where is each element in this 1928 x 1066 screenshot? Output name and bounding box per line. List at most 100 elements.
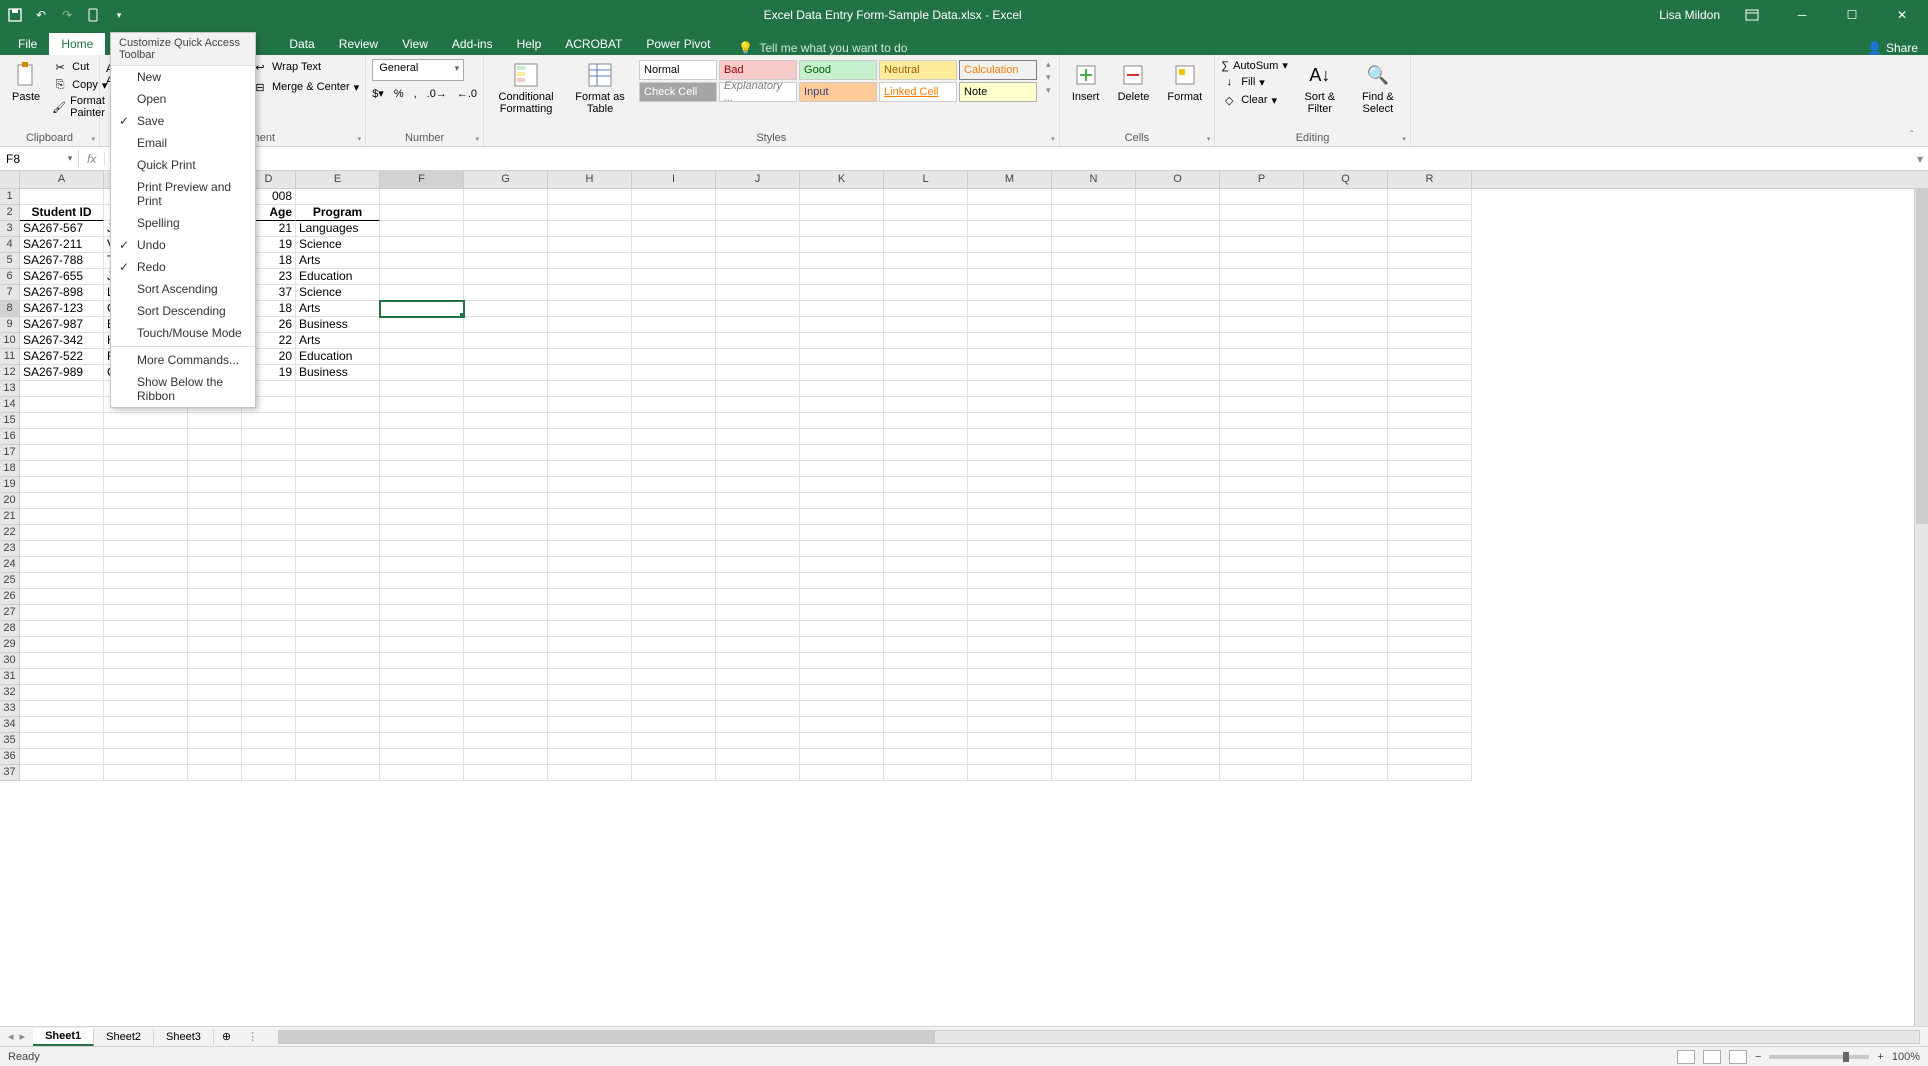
row-header-27[interactable]: 27 bbox=[0, 605, 20, 621]
cell-H28[interactable] bbox=[548, 621, 632, 637]
cell-P10[interactable] bbox=[1220, 333, 1304, 349]
cell-P5[interactable] bbox=[1220, 253, 1304, 269]
cell-I20[interactable] bbox=[632, 493, 716, 509]
cell-H21[interactable] bbox=[548, 509, 632, 525]
cell-Q1[interactable] bbox=[1304, 189, 1388, 205]
cell-M4[interactable] bbox=[968, 237, 1052, 253]
column-header-Q[interactable]: Q bbox=[1304, 171, 1388, 188]
row-header-19[interactable]: 19 bbox=[0, 477, 20, 493]
cell-I28[interactable] bbox=[632, 621, 716, 637]
cell-F13[interactable] bbox=[380, 381, 464, 397]
cell-L23[interactable] bbox=[884, 541, 968, 557]
cell-K25[interactable] bbox=[800, 573, 884, 589]
cell-A33[interactable] bbox=[20, 701, 104, 717]
cell-F15[interactable] bbox=[380, 413, 464, 429]
style-explanatory[interactable]: Explanatory ... bbox=[719, 82, 797, 102]
sheet-tab-3[interactable]: Sheet3 bbox=[154, 1029, 214, 1045]
cell-P9[interactable] bbox=[1220, 317, 1304, 333]
cell-F28[interactable] bbox=[380, 621, 464, 637]
cell-K36[interactable] bbox=[800, 749, 884, 765]
cell-I14[interactable] bbox=[632, 397, 716, 413]
cell-K30[interactable] bbox=[800, 653, 884, 669]
undo-icon[interactable]: ↶ bbox=[32, 6, 50, 24]
cell-H20[interactable] bbox=[548, 493, 632, 509]
cell-P15[interactable] bbox=[1220, 413, 1304, 429]
cell-M33[interactable] bbox=[968, 701, 1052, 717]
cell-E7[interactable]: Science bbox=[296, 285, 380, 301]
cell-K10[interactable] bbox=[800, 333, 884, 349]
cell-L20[interactable] bbox=[884, 493, 968, 509]
cell-J24[interactable] bbox=[716, 557, 800, 573]
cell-H33[interactable] bbox=[548, 701, 632, 717]
cell-G11[interactable] bbox=[464, 349, 548, 365]
cell-N28[interactable] bbox=[1052, 621, 1136, 637]
cell-P30[interactable] bbox=[1220, 653, 1304, 669]
cell-C35[interactable] bbox=[188, 733, 242, 749]
cell-I35[interactable] bbox=[632, 733, 716, 749]
cell-B35[interactable] bbox=[104, 733, 188, 749]
style-calculation[interactable]: Calculation bbox=[959, 60, 1037, 80]
cell-O8[interactable] bbox=[1136, 301, 1220, 317]
cell-C19[interactable] bbox=[188, 477, 242, 493]
row-header-32[interactable]: 32 bbox=[0, 685, 20, 701]
qat-menu-item-print-preview-and-print[interactable]: Print Preview and Print bbox=[111, 176, 255, 212]
cell-Q20[interactable] bbox=[1304, 493, 1388, 509]
tab-data[interactable]: Data bbox=[277, 33, 326, 55]
cell-J13[interactable] bbox=[716, 381, 800, 397]
cell-R2[interactable] bbox=[1388, 205, 1472, 221]
cell-R35[interactable] bbox=[1388, 733, 1472, 749]
cell-G14[interactable] bbox=[464, 397, 548, 413]
cell-P23[interactable] bbox=[1220, 541, 1304, 557]
format-cells-button[interactable]: Format bbox=[1161, 59, 1208, 105]
qat-menu-item-sort-descending[interactable]: Sort Descending bbox=[111, 300, 255, 322]
cell-O20[interactable] bbox=[1136, 493, 1220, 509]
cell-G1[interactable] bbox=[464, 189, 548, 205]
cell-N36[interactable] bbox=[1052, 749, 1136, 765]
cell-E8[interactable]: Arts bbox=[296, 301, 380, 317]
cell-L9[interactable] bbox=[884, 317, 968, 333]
tab-acrobat[interactable]: ACROBAT bbox=[553, 33, 634, 55]
cell-K9[interactable] bbox=[800, 317, 884, 333]
cell-J7[interactable] bbox=[716, 285, 800, 301]
cell-A35[interactable] bbox=[20, 733, 104, 749]
cell-Q33[interactable] bbox=[1304, 701, 1388, 717]
cell-N7[interactable] bbox=[1052, 285, 1136, 301]
number-format-select[interactable]: General bbox=[372, 59, 464, 81]
cell-Q11[interactable] bbox=[1304, 349, 1388, 365]
cell-D25[interactable] bbox=[242, 573, 296, 589]
cell-O10[interactable] bbox=[1136, 333, 1220, 349]
cell-O21[interactable] bbox=[1136, 509, 1220, 525]
cell-N9[interactable] bbox=[1052, 317, 1136, 333]
cell-G24[interactable] bbox=[464, 557, 548, 573]
cell-P4[interactable] bbox=[1220, 237, 1304, 253]
zoom-out-button[interactable]: − bbox=[1755, 1051, 1761, 1063]
cell-Q34[interactable] bbox=[1304, 717, 1388, 733]
cell-O14[interactable] bbox=[1136, 397, 1220, 413]
cell-O34[interactable] bbox=[1136, 717, 1220, 733]
row-header-21[interactable]: 21 bbox=[0, 509, 20, 525]
style-input[interactable]: Input bbox=[799, 82, 877, 102]
cell-Q21[interactable] bbox=[1304, 509, 1388, 525]
cell-H15[interactable] bbox=[548, 413, 632, 429]
cell-R25[interactable] bbox=[1388, 573, 1472, 589]
cell-I5[interactable] bbox=[632, 253, 716, 269]
cell-L34[interactable] bbox=[884, 717, 968, 733]
cell-M12[interactable] bbox=[968, 365, 1052, 381]
cell-F25[interactable] bbox=[380, 573, 464, 589]
cell-A32[interactable] bbox=[20, 685, 104, 701]
autosum-button[interactable]: ∑ AutoSum ▾ bbox=[1221, 59, 1288, 72]
cell-F4[interactable] bbox=[380, 237, 464, 253]
cell-R19[interactable] bbox=[1388, 477, 1472, 493]
cell-A14[interactable] bbox=[20, 397, 104, 413]
tab-help[interactable]: Help bbox=[505, 33, 554, 55]
increase-decimal-icon[interactable]: .0→ bbox=[427, 88, 447, 100]
cell-B24[interactable] bbox=[104, 557, 188, 573]
cell-J20[interactable] bbox=[716, 493, 800, 509]
cell-F34[interactable] bbox=[380, 717, 464, 733]
cell-F1[interactable] bbox=[380, 189, 464, 205]
cell-R33[interactable] bbox=[1388, 701, 1472, 717]
style-normal[interactable]: Normal bbox=[639, 60, 717, 80]
cell-D32[interactable] bbox=[242, 685, 296, 701]
cell-K32[interactable] bbox=[800, 685, 884, 701]
cell-K29[interactable] bbox=[800, 637, 884, 653]
